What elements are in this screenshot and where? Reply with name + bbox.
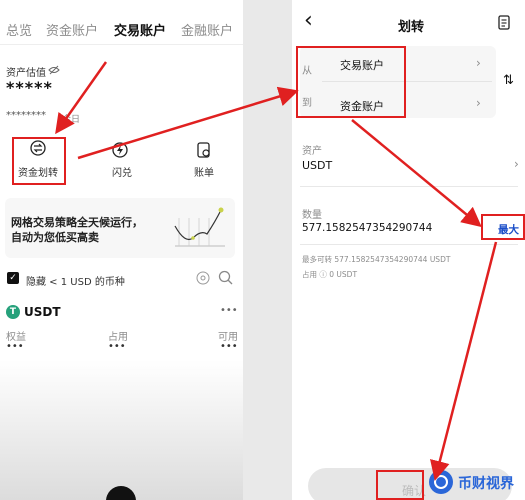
swap-accounts-icon[interactable]: ⇅: [503, 73, 514, 88]
hide-small-label: 隐藏 < 1 USD 的币种: [26, 277, 125, 288]
back-button[interactable]: ‹: [304, 10, 313, 32]
asset-label: 资产: [302, 146, 322, 157]
eye-hidden-icon[interactable]: [48, 65, 60, 75]
coin-val-equity: •••: [6, 341, 24, 352]
quantity-label: 数量: [302, 210, 322, 221]
bill-button[interactable]: 账单: [188, 140, 224, 180]
asset-value[interactable]: USDT: [302, 159, 332, 172]
bill-label: 账单: [194, 168, 214, 179]
max-transferable-text: 最多可转 577.1582547354290744 USDT: [302, 255, 451, 264]
grid-chart-illustration: [174, 207, 225, 247]
bill-icon: [197, 142, 210, 158]
coin-val-available: •••: [220, 341, 238, 352]
occupied-text: 占用 ⓘ 0 USDT: [302, 270, 358, 279]
promo-line-2: 自动为您低买高卖: [11, 231, 99, 244]
tab-divider: [0, 44, 243, 45]
hide-small-checkbox[interactable]: ✓: [7, 272, 19, 284]
tab-funding-account[interactable]: 资金账户: [46, 20, 98, 39]
asset-valuation-label: 资产估值: [6, 68, 46, 79]
quantity-input[interactable]: 577.1582547354290744: [302, 222, 432, 234]
search-icon[interactable]: [218, 270, 233, 285]
account-panel: 总览 资金账户 交易账户 金融账户 资产估值 ***** ******** 今日…: [0, 0, 243, 500]
to-chevron-icon[interactable]: ›: [476, 96, 481, 110]
asset-chevron-icon[interactable]: ›: [514, 157, 519, 171]
today-label: 今日: [62, 115, 81, 125]
promo-line-1: 网格交易策略全天候运行，: [11, 216, 143, 229]
flash-swap-icon: [112, 142, 128, 158]
coin-val-occupied: •••: [108, 341, 126, 352]
coin-more-icon[interactable]: •••: [220, 305, 238, 316]
highlight-accounts: [296, 46, 406, 118]
tab-financial-account[interactable]: 金融账户: [181, 20, 233, 39]
bottom-fade: [0, 360, 243, 500]
quantity-divider: [300, 244, 518, 245]
asset-valuation-value: *****: [6, 78, 53, 97]
asset-sub-value: ********: [6, 110, 46, 121]
flash-swap-label: 闪兑: [112, 168, 132, 179]
highlight-confirm: [376, 470, 424, 500]
from-chevron-icon[interactable]: ›: [476, 56, 481, 70]
grid-trading-promo-card[interactable]: 网格交易策略全天候运行， 自动为您低买高卖: [5, 198, 235, 258]
coin-symbol[interactable]: USDT: [24, 305, 61, 319]
asset-divider: [300, 186, 518, 187]
transfer-panel: ‹ 划转 从 交易账户 › 到 资金账户 › ⇅ 资产 USDT › 数量 57…: [292, 0, 525, 500]
usdt-coin-icon: T: [6, 305, 20, 319]
history-icon[interactable]: [498, 15, 510, 30]
refresh-icon[interactable]: [196, 271, 210, 285]
tab-overview[interactable]: 总览: [6, 20, 32, 39]
page-title: 划转: [398, 20, 425, 35]
tab-trading-account[interactable]: 交易账户: [114, 20, 166, 39]
highlight-fund-transfer: [12, 137, 66, 185]
flash-swap-button[interactable]: 闪兑: [102, 140, 138, 180]
watermark-logo: [429, 470, 453, 494]
highlight-max: [481, 214, 525, 240]
watermark-text: 币财视界: [458, 476, 514, 492]
